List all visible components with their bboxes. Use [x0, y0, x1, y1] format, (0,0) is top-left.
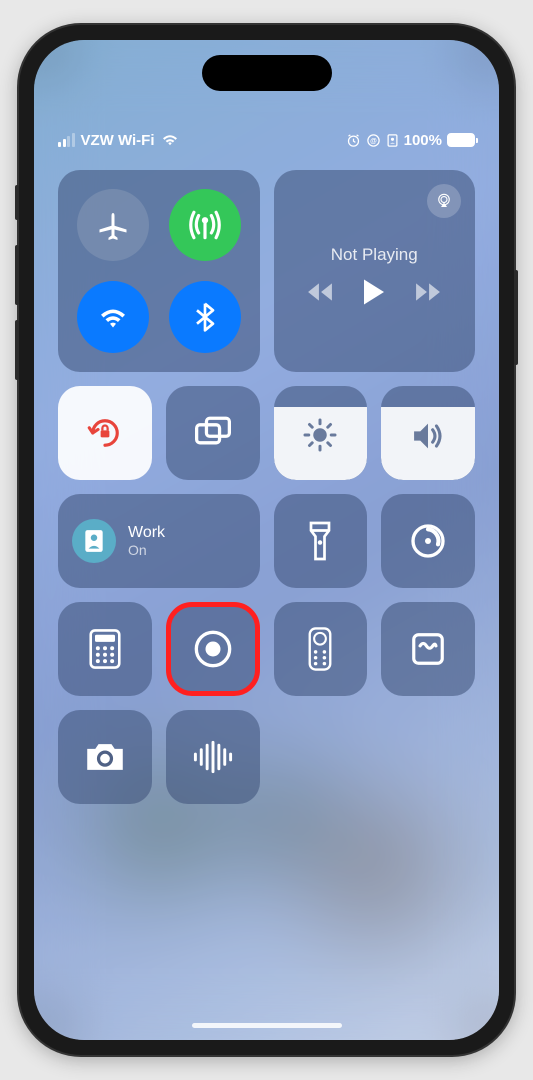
focus-badge-icon [72, 519, 116, 563]
speaker-icon [409, 419, 447, 458]
airplay-button[interactable] [427, 184, 461, 218]
play-button[interactable] [361, 277, 387, 307]
quick-note-button[interactable] [381, 602, 475, 696]
camera-icon [84, 740, 126, 774]
iphone-frame: VZW Wi-Fi @ 100% [19, 25, 514, 1055]
home-indicator[interactable] [192, 1023, 342, 1028]
status-bar: VZW Wi-Fi @ 100% [34, 128, 499, 152]
bluetooth-icon [189, 301, 221, 333]
carrier-label: VZW Wi-Fi [81, 132, 155, 149]
orientation-status-icon: @ [366, 133, 381, 148]
rewind-button[interactable] [307, 281, 333, 303]
record-circle-icon [193, 629, 233, 669]
bluetooth-toggle[interactable] [169, 281, 241, 353]
alarm-icon [346, 133, 361, 148]
screen: VZW Wi-Fi @ 100% [34, 40, 499, 1040]
battery-icon [447, 133, 475, 147]
volume-up-button [15, 245, 19, 305]
apple-tv-remote-button[interactable] [274, 602, 368, 696]
focus-label: Work [128, 524, 165, 542]
airplane-mode-toggle[interactable] [77, 189, 149, 261]
media-controls-module[interactable]: Not Playing [274, 170, 476, 372]
waveform-icon [191, 740, 235, 774]
orientation-lock-icon [84, 412, 126, 454]
screen-mirroring-button[interactable] [166, 386, 260, 480]
calculator-button[interactable] [58, 602, 152, 696]
quick-note-icon [409, 630, 447, 668]
camera-button[interactable] [58, 710, 152, 804]
media-title: Not Playing [331, 245, 418, 265]
cellular-antenna-icon [186, 206, 224, 244]
volume-slider[interactable] [381, 386, 475, 480]
wifi-toggle[interactable] [77, 281, 149, 353]
power-button [514, 270, 518, 365]
dynamic-island [202, 55, 332, 91]
focus-status: On [128, 542, 165, 558]
screen-mirroring-icon [193, 415, 233, 451]
volume-down-button [15, 320, 19, 380]
brightness-slider[interactable] [274, 386, 368, 480]
control-center-grid: Not Playing [58, 170, 475, 804]
voice-memo-button[interactable] [166, 710, 260, 804]
battery-percent: 100% [404, 132, 442, 149]
badge-status-icon [386, 133, 399, 148]
silent-switch [15, 185, 19, 220]
orientation-lock-toggle[interactable] [58, 386, 152, 480]
signal-strength-icon [58, 133, 75, 147]
svg-text:@: @ [370, 138, 377, 145]
wifi-icon [161, 133, 179, 147]
forward-button[interactable] [415, 281, 441, 303]
airplane-icon [95, 207, 131, 243]
flashlight-button[interactable] [274, 494, 368, 588]
airplay-icon [435, 192, 453, 210]
wifi-icon [95, 299, 131, 335]
apple-tv-remote-icon [308, 627, 332, 671]
cellular-data-toggle[interactable] [169, 189, 241, 261]
timer-button[interactable] [381, 494, 475, 588]
calculator-icon [89, 629, 121, 669]
focus-module[interactable]: Work On [58, 494, 260, 588]
connectivity-module[interactable] [58, 170, 260, 372]
screen-record-button[interactable] [166, 602, 260, 696]
timer-icon [408, 521, 448, 561]
brightness-icon [302, 417, 338, 458]
flashlight-icon [306, 520, 334, 562]
